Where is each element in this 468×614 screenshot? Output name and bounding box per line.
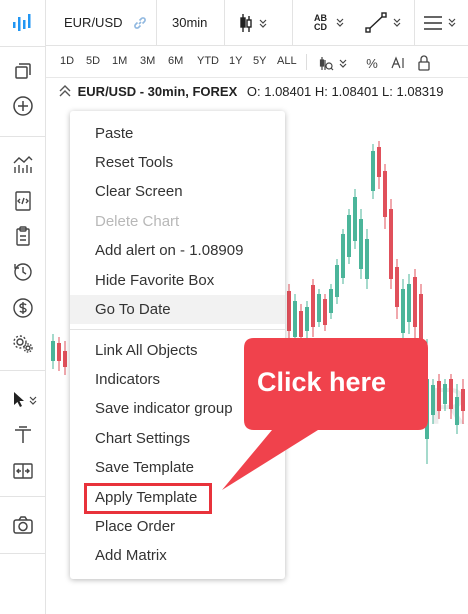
menu-item-save-indicator-group[interactable]: Save indicator group <box>70 394 285 423</box>
menu-item-delete-chart: Delete Chart <box>95 213 180 230</box>
replay-clock-icon[interactable] <box>0 257 46 287</box>
measure-icon[interactable] <box>0 456 46 486</box>
top-toolbar: EUR/USD 30min AB CD <box>46 0 468 46</box>
range-1m[interactable]: 1M <box>112 55 127 67</box>
collapse-legend-icon[interactable] <box>58 84 74 101</box>
range-1y[interactable]: 1Y <box>229 55 242 67</box>
legend-ohlc: O: 1.08401 H: 1.08401 L: 1.08319 <box>246 84 444 99</box>
add-chart-icon[interactable] <box>0 91 46 121</box>
apply-template-highlight <box>84 483 212 514</box>
range-1d[interactable]: 1D <box>60 55 74 67</box>
chart-type-icon[interactable] <box>238 10 272 36</box>
compare-icon[interactable] <box>316 50 356 76</box>
range-bar: 1D 5D 1M 3M 6M YTD 1Y 5Y ALL % <box>46 46 468 78</box>
line-tools-icon[interactable] <box>0 420 46 450</box>
range-ytd[interactable]: YTD <box>197 55 219 67</box>
symbol-selector[interactable]: EUR/USD <box>64 15 123 30</box>
clipboard-icon[interactable] <box>0 221 46 251</box>
camera-icon[interactable] <box>0 510 46 540</box>
menu-item-save-template[interactable]: Save Template <box>70 453 285 482</box>
menu-item-add-matrix[interactable]: Add Matrix <box>70 541 285 570</box>
script-editor-icon[interactable] <box>0 186 46 216</box>
logo-icon[interactable] <box>0 8 46 38</box>
menu-item-clear-screen[interactable]: Clear Screen <box>70 177 285 206</box>
chart-legend: EUR/USD - 30min, FOREX O: 1.08401 H: 1.0… <box>58 84 444 101</box>
cursor-icon[interactable] <box>0 384 46 414</box>
menu-item-place-order[interactable]: Place Order <box>70 512 285 541</box>
range-5d[interactable]: 5D <box>86 55 100 67</box>
callout-text: Click here <box>257 367 387 397</box>
text-tool-icon[interactable]: AB CD <box>308 10 354 36</box>
left-toolbar <box>0 0 46 614</box>
menu-item-chart-settings[interactable]: Chart Settings <box>70 424 285 453</box>
link-icon[interactable] <box>130 10 150 36</box>
trade-dollar-icon[interactable] <box>0 293 46 323</box>
menu-item-go-to-date[interactable]: Go To Date <box>70 295 285 324</box>
interval-selector[interactable]: 30min <box>172 15 207 30</box>
indicators-icon[interactable] <box>0 150 46 180</box>
menu-item-paste[interactable]: Paste <box>70 119 285 148</box>
menu-icon[interactable] <box>418 10 466 36</box>
range-all[interactable]: ALL <box>277 55 297 67</box>
percent-icon[interactable]: % <box>362 50 382 76</box>
menu-item-add-alert[interactable]: Add alert on - 1.08909 <box>70 236 285 265</box>
range-5y[interactable]: 5Y <box>253 55 266 67</box>
cd-label: CD <box>314 22 327 32</box>
layouts-icon[interactable] <box>0 56 46 86</box>
menu-item-reset-tools[interactable]: Reset Tools <box>70 148 285 177</box>
auto-scale-icon[interactable] <box>388 50 408 76</box>
menu-item-hide-favorite-box[interactable]: Hide Favorite Box <box>70 266 285 295</box>
lock-scale-icon[interactable] <box>414 50 434 76</box>
trendline-tool-icon[interactable] <box>364 10 408 36</box>
menu-item-indicators[interactable]: Indicators <box>70 365 285 394</box>
settings-gears-icon[interactable] <box>0 328 46 358</box>
range-6m[interactable]: 6M <box>168 55 183 67</box>
menu-item-link-all-objects[interactable]: Link All Objects <box>70 336 285 365</box>
legend-title: EUR/USD - 30min, FOREX <box>77 84 238 99</box>
range-3m[interactable]: 3M <box>140 55 155 67</box>
